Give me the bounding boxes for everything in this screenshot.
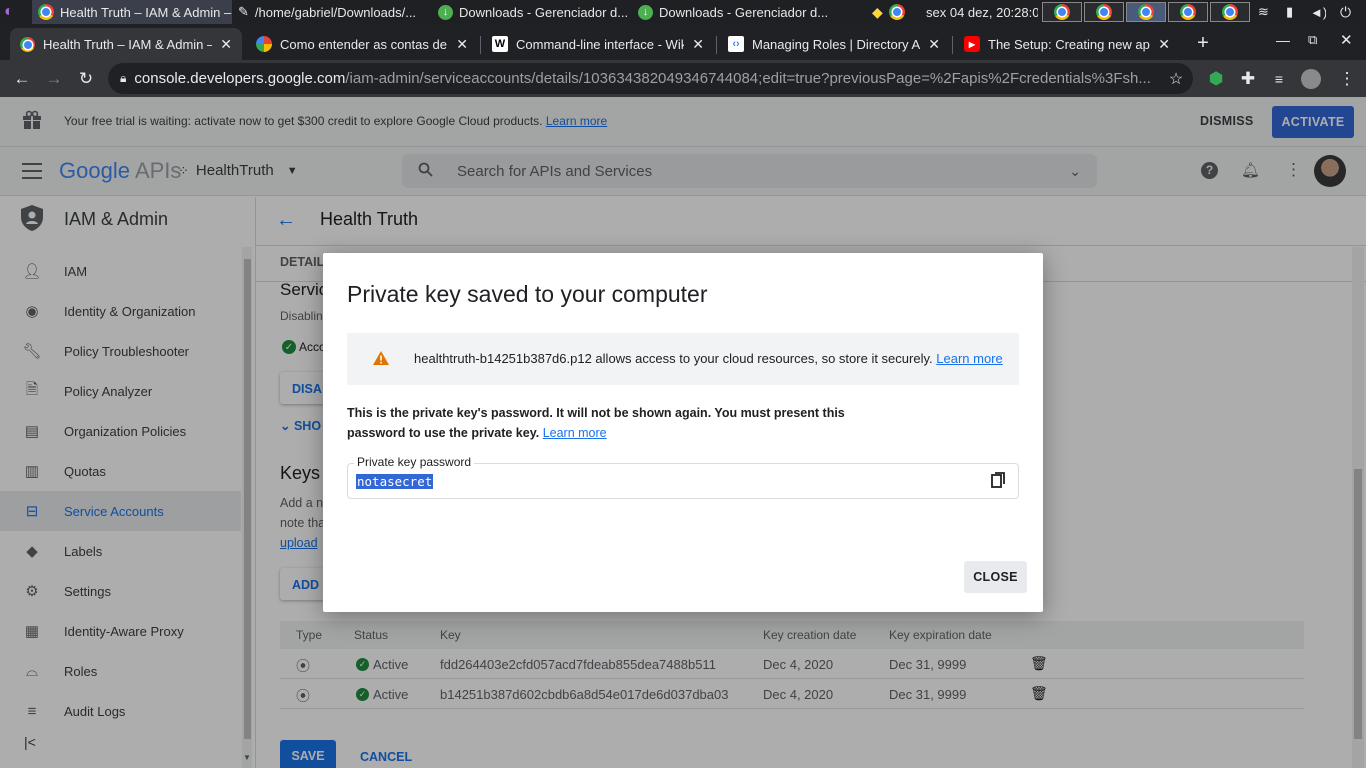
password-info: This is the private key's password. It w… (347, 403, 845, 443)
power-icon[interactable]: ⏻ (1340, 0, 1356, 24)
browser-menu-icon[interactable]: ⋮ (1334, 66, 1360, 92)
warning-text: healthtruth-b14251b387d6.p12 allows acce… (414, 351, 933, 366)
password-field[interactable]: Private key password notasecret (347, 455, 1019, 499)
tray-chrome-window-5[interactable] (1210, 2, 1250, 22)
volume-icon[interactable]: ◄) (1310, 0, 1326, 24)
tray-apps[interactable]: ◆ (872, 0, 918, 24)
maximize-icon[interactable]: ⧉ (1308, 32, 1317, 48)
chrome-icon (1096, 4, 1112, 20)
battery-icon[interactable]: ▮ (1286, 0, 1300, 24)
wikipedia-favicon: W (492, 36, 508, 52)
wifi-icon[interactable]: ≋ (1258, 0, 1276, 24)
browser-tab-active[interactable]: Health Truth – IAM & Admin – Go ✕ (10, 28, 242, 60)
url-host: console.developers.google.com (134, 70, 346, 87)
google-drive-favicon (256, 36, 272, 52)
browser-tab[interactable]: Como entender as contas de se ✕ (246, 28, 478, 60)
python-icon: ◆ (872, 3, 883, 20)
bookmark-star-icon[interactable]: ☆ (1163, 66, 1189, 92)
browser-tab[interactable]: ‹› Managing Roles | Directory AP ✕ (718, 28, 950, 60)
private-key-dialog: Private key saved to your computer healt… (323, 253, 1043, 612)
google-developers-favicon: ‹› (728, 36, 744, 52)
tab-title: Como entender as contas de se (280, 36, 449, 52)
tab-title: The Setup: Creating new apps - (988, 36, 1150, 52)
password-value[interactable]: notasecret (356, 474, 434, 489)
warning-icon (373, 351, 389, 370)
chrome-icon (38, 4, 54, 20)
warning-text-wrapper: healthtruth-b14251b387d6.p12 allows acce… (414, 351, 1003, 366)
extension-android-icon[interactable]: ⬢ (1203, 66, 1229, 92)
taskbar-window-title: Health Truth – IAM & Admin – Go (60, 4, 232, 20)
password-info-line-1: This is the private key's password. It w… (347, 406, 845, 420)
password-info-line-2: password to use the private key. (347, 426, 540, 440)
copy-icon[interactable] (991, 472, 1005, 493)
tray-chrome-window-4[interactable] (1168, 2, 1208, 22)
password-field-label: Private key password (354, 455, 475, 469)
taskbar-window-files[interactable]: ✎ /home/gabriel/Downloads/... (238, 0, 428, 24)
tab-title: Managing Roles | Directory AP (752, 36, 921, 52)
chrome-icon (1054, 4, 1070, 20)
youtube-favicon: ▶ (964, 36, 980, 52)
taskbar-window-downloads-1[interactable]: ↓ Downloads - Gerenciador d... (438, 0, 628, 24)
close-tab-icon[interactable]: ✕ (1158, 36, 1170, 53)
forward-icon[interactable]: → (41, 66, 67, 92)
chrome-icon (1222, 4, 1238, 20)
url-path: /iam-admin/serviceaccounts/details/10363… (345, 70, 1151, 87)
os-taskbar: ◐ Health Truth – IAM & Admin – Go ✎ /hom… (0, 0, 1366, 24)
dialog-title: Private key saved to your computer (347, 281, 708, 307)
back-icon[interactable]: ← (9, 66, 35, 92)
lock-icon: 🔒︎ (120, 71, 127, 85)
download-icon: ↓ (438, 4, 453, 20)
browser-tab[interactable]: ▶ The Setup: Creating new apps - ✕ (954, 28, 1180, 60)
google-cloud-favicon (20, 36, 35, 52)
warning-callout: healthtruth-b14251b387d6.p12 allows acce… (347, 333, 1019, 385)
close-tab-icon[interactable]: ✕ (220, 36, 232, 53)
close-window-icon[interactable]: ✕ (1340, 31, 1353, 49)
app-menu-icon[interactable]: ◐ (4, 0, 26, 24)
document-icon: ✎ (238, 4, 249, 19)
extensions-puzzle-icon[interactable]: ✚ (1235, 66, 1261, 92)
warning-learn-more-link[interactable]: Learn more (936, 351, 1002, 366)
browser-tab-strip: Health Truth – IAM & Admin – Go ✕ Como e… (0, 24, 1366, 60)
password-learn-more-link[interactable]: Learn more (543, 426, 607, 440)
chrome-icon (1180, 4, 1196, 20)
download-icon: ↓ (638, 4, 653, 20)
close-tab-icon[interactable]: ✕ (692, 36, 704, 53)
profile-avatar-icon[interactable] (1298, 66, 1324, 92)
taskbar-window-title: /home/gabriel/Downloads/... (254, 4, 417, 20)
clock[interactable]: sex 04 dez, 20:28:00 (926, 0, 1038, 24)
reload-icon[interactable]: ↻ (73, 66, 99, 92)
new-tab-icon[interactable]: + (1192, 32, 1214, 54)
close-tab-icon[interactable]: ✕ (928, 36, 940, 53)
taskbar-window-title: Downloads - Gerenciador d... (459, 4, 628, 20)
taskbar-window-downloads-2[interactable]: ↓ Downloads - Gerenciador d... (638, 0, 828, 24)
tab-title: Command-line interface - Wikip (516, 36, 685, 52)
close-tab-icon[interactable]: ✕ (456, 36, 468, 53)
tray-chrome-window-3[interactable] (1126, 2, 1166, 22)
minimize-icon[interactable]: — (1276, 32, 1290, 48)
taskbar-window-chrome[interactable]: Health Truth – IAM & Admin – Go (32, 0, 232, 24)
taskbar-window-title: Downloads - Gerenciador d... (659, 4, 828, 20)
chrome-icon (1138, 4, 1154, 20)
tray-chrome-window-2[interactable] (1084, 2, 1124, 22)
tray-chrome-window-1[interactable] (1042, 2, 1082, 22)
close-dialog-button[interactable]: CLOSE (964, 561, 1027, 593)
tab-title: Health Truth – IAM & Admin – Go (43, 36, 212, 52)
media-queue-icon[interactable]: ≡ (1266, 66, 1292, 92)
address-bar[interactable]: 🔒︎ console.developers.google.com/iam-adm… (108, 63, 1193, 94)
browser-toolbar: ← → ↻ 🔒︎ console.developers.google.com/i… (0, 60, 1366, 97)
chrome-icon (888, 4, 905, 20)
browser-tab[interactable]: W Command-line interface - Wikip ✕ (482, 28, 714, 60)
